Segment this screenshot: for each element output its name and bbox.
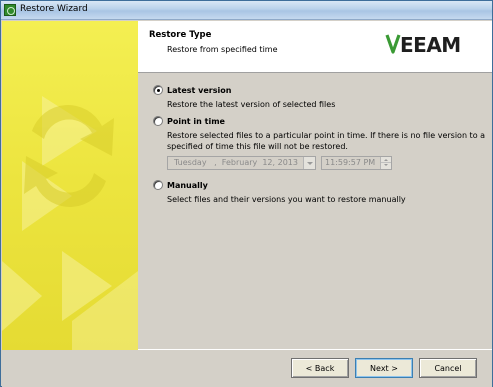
- restore-date-picker[interactable]: Tuesday , February 12, 2013: [167, 156, 316, 170]
- manually-option[interactable]: Manually: [153, 180, 208, 190]
- veeam-logo: EEAM: [385, 31, 479, 57]
- footer-divider: [138, 349, 492, 350]
- restore-time-picker[interactable]: 11:59:57 PM: [321, 156, 392, 170]
- latest-version-option[interactable]: Latest version: [153, 85, 231, 95]
- page-subtitle: Restore from specified time: [167, 45, 278, 54]
- latest-version-label[interactable]: Latest version: [167, 86, 231, 95]
- back-button[interactable]: < Back: [291, 358, 349, 378]
- point-in-time-label[interactable]: Point in time: [167, 117, 225, 126]
- chevron-down-icon[interactable]: [303, 157, 315, 169]
- point-in-time-option[interactable]: Point in time: [153, 116, 225, 126]
- point-in-time-description: Restore selected files to a particular p…: [167, 130, 485, 152]
- manually-description: Select files and their versions you want…: [167, 195, 406, 204]
- time-spinner[interactable]: [380, 157, 391, 169]
- restore-options-panel: Latest version Restore the latest versio…: [138, 74, 492, 349]
- restore-time-value: 11:59:57 PM: [325, 158, 376, 167]
- veeam-app-icon: [4, 4, 16, 16]
- restore-wizard-window: Restore Wizard Restore Type Restore from…: [0, 0, 493, 387]
- svg-text:EEAM: EEAM: [400, 33, 461, 56]
- restore-date-value: Tuesday , February 12, 2013: [174, 158, 298, 167]
- wizard-footer: < Back Next > Cancel: [2, 351, 492, 387]
- page-title: Restore Type: [149, 30, 212, 40]
- point-in-time-description-line1: Restore selected files to a particular p…: [167, 131, 486, 140]
- spin-down-icon[interactable]: [381, 163, 391, 169]
- latest-version-radio[interactable]: [153, 85, 163, 95]
- manually-radio[interactable]: [153, 180, 163, 190]
- next-button[interactable]: Next >: [355, 358, 413, 378]
- point-in-time-radio[interactable]: [153, 116, 163, 126]
- point-in-time-description-line2: specified of time this file will not be …: [167, 142, 348, 151]
- window-title: Restore Wizard: [20, 4, 88, 14]
- latest-version-description: Restore the latest version of selected f…: [167, 100, 336, 109]
- title-bar[interactable]: Restore Wizard: [1, 1, 492, 20]
- refresh-arrows-graphic: [2, 96, 138, 350]
- wizard-header: Restore Type Restore from specified time…: [138, 21, 492, 73]
- wizard-sidebar-banner: [2, 21, 138, 350]
- cancel-button[interactable]: Cancel: [419, 358, 477, 378]
- manually-label[interactable]: Manually: [167, 181, 208, 190]
